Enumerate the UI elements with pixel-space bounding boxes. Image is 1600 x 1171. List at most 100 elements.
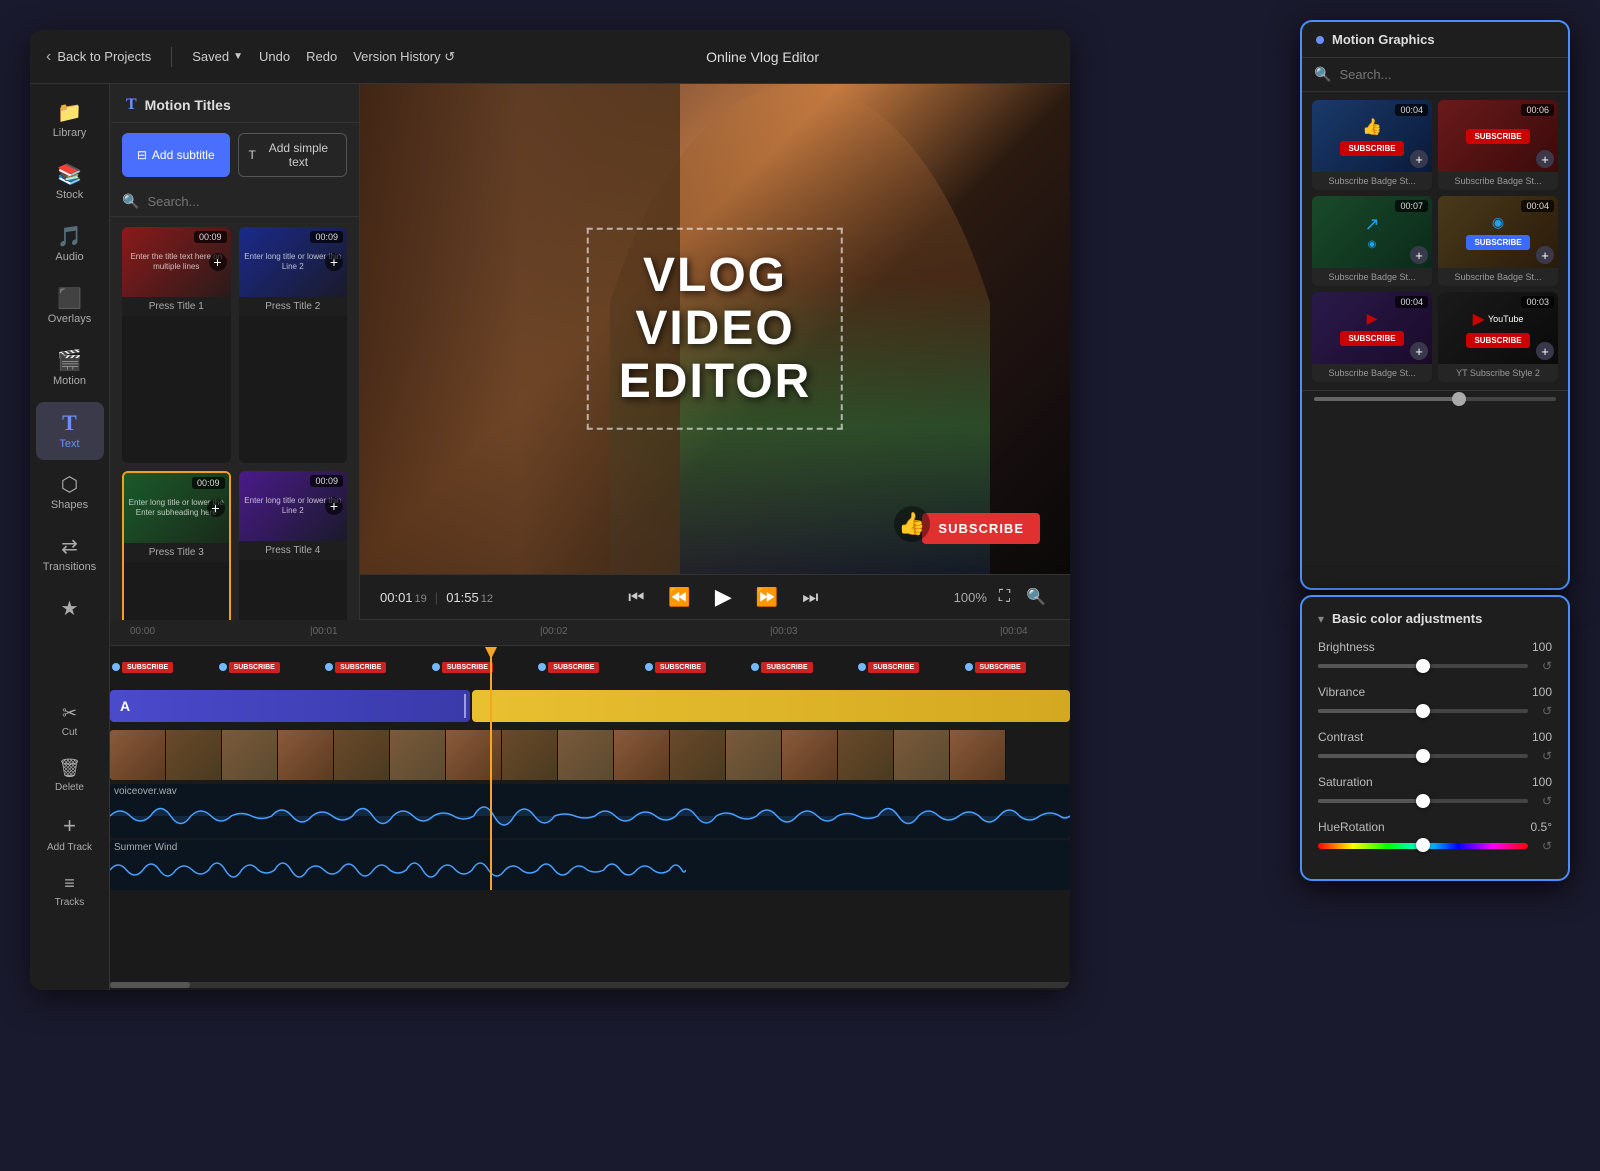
add-btn-press2[interactable]: + (325, 253, 343, 271)
video-strip[interactable] (110, 730, 1070, 780)
sidebar-item-text[interactable]: T Text (36, 402, 104, 460)
mg-card-sub3[interactable]: ↗ ◉ 00:07 + Subscribe Badge St... (1312, 196, 1432, 286)
mg-stamp-9: SUBSCRIBE (975, 662, 1026, 673)
panel-search-input[interactable] (147, 194, 347, 209)
sidebar-item-audio[interactable]: 🎵 Audio (36, 216, 104, 274)
mg-card-sub5[interactable]: ▶ SUBSCRIBE 00:04 + Subscribe Badge St..… (1312, 292, 1432, 382)
delete-tool[interactable]: 🗑 Delete (36, 750, 104, 801)
title-card-press2[interactable]: Enter long title or lower thin Line 2 00… (239, 227, 348, 463)
sub-btn-sub4: SUBSCRIBE (1466, 235, 1529, 250)
vibrance-slider[interactable] (1318, 709, 1528, 713)
fast-forward-button[interactable]: ⏩ (752, 583, 782, 612)
mg-add-btn-sub1[interactable]: + (1410, 150, 1428, 168)
subtitle-clip-1[interactable]: A (110, 690, 470, 722)
brightness-thumb[interactable] (1416, 659, 1430, 673)
hue-rotation-thumb[interactable] (1416, 838, 1430, 852)
voiceover-track: voiceover.wav (110, 784, 1070, 838)
back-to-projects-button[interactable]: ‹ Back to Projects (46, 48, 151, 66)
contrast-reset[interactable]: ↺ (1542, 749, 1552, 763)
vf3 (222, 730, 278, 780)
hue-rotation-row: HueRotation 0.5° ↺ (1318, 820, 1552, 853)
skip-to-end-button[interactable]: ⏭ (798, 583, 822, 612)
title-card-thumb-press4: Enter long title or lower thin Line 2 00… (239, 471, 348, 541)
mg-title: Motion Graphics (1332, 32, 1435, 47)
vibrance-thumb[interactable] (1416, 704, 1430, 718)
undo-button[interactable]: Undo (259, 49, 290, 64)
timeline-scrollbar[interactable] (110, 982, 1070, 988)
mg-stamp-4: SUBSCRIBE (442, 662, 493, 673)
sidebar-item-stock[interactable]: 📚 Stock (36, 154, 104, 212)
version-history-button[interactable]: Version History ↺ (353, 49, 455, 65)
tracks-label: Tracks (55, 897, 85, 908)
mg-add-btn-sub4[interactable]: + (1536, 246, 1554, 264)
current-time: 00:01 (380, 590, 413, 605)
mg-stamp-1: SUBSCRIBE (122, 662, 173, 673)
mg-slider-thumb[interactable] (1452, 392, 1466, 406)
add-track-tool[interactable]: + Add Track (36, 805, 104, 861)
mg-add-btn-yt1[interactable]: + (1536, 342, 1554, 360)
saved-button[interactable]: Saved ▼ (192, 49, 243, 64)
mg-label-yt1: YT Subscribe Style 2 (1438, 364, 1558, 382)
mg-add-btn-sub2[interactable]: + (1536, 150, 1554, 168)
redo-button[interactable]: Redo (306, 49, 337, 64)
cut-tool[interactable]: ✂ Cut (36, 695, 104, 746)
add-subtitle-button[interactable]: ⊟ Add subtitle (122, 133, 230, 177)
hue-rotation-slider[interactable] (1318, 843, 1528, 849)
mg-card-sub4[interactable]: ◉ SUBSCRIBE 00:04 + Subscribe Badge St..… (1438, 196, 1558, 286)
mg-dot-9 (965, 663, 973, 671)
ruler-0004: |00:04 (1000, 626, 1028, 637)
mg-add-btn-sub3[interactable]: + (1410, 246, 1428, 264)
panel-title-icon: T (126, 96, 137, 114)
mg-card-sub2[interactable]: SUBSCRIBE 00:06 + Subscribe Badge St... (1438, 100, 1558, 190)
subtitle-clip-2[interactable] (472, 690, 1070, 722)
brightness-reset[interactable]: ↺ (1542, 659, 1552, 673)
saturation-thumb[interactable] (1416, 794, 1430, 808)
playhead[interactable] (490, 650, 492, 890)
subtitle-clip-handle[interactable] (464, 694, 466, 718)
vibrance-reset[interactable]: ↺ (1542, 704, 1552, 718)
zoom-in-button[interactable]: 🔍 (1022, 583, 1050, 611)
add-btn-press3[interactable]: + (207, 499, 225, 517)
subtitle-icon: ⊟ (137, 148, 147, 162)
saturation-slider[interactable] (1318, 799, 1528, 803)
mg-dot-7 (751, 663, 759, 671)
editor-container: ‹ Back to Projects Saved ▼ Undo Redo Ver… (30, 30, 1070, 990)
add-btn-press1[interactable]: + (209, 253, 227, 271)
card-label-press4: Press Title 4 (239, 541, 348, 560)
saturation-reset[interactable]: ↺ (1542, 794, 1552, 808)
sidebar-item-motion[interactable]: 🎬 Motion (36, 340, 104, 398)
play-pause-button[interactable]: ▶ (711, 580, 736, 614)
skip-to-start-button[interactable]: ⏮ (624, 583, 648, 612)
brightness-slider[interactable] (1318, 664, 1528, 668)
mg-thumb-sub4: ◉ SUBSCRIBE 00:04 + (1438, 196, 1558, 268)
contrast-slider[interactable] (1318, 754, 1528, 758)
sidebar-item-library[interactable]: 📁 Library (36, 92, 104, 150)
delete-icon: 🗑 (58, 758, 81, 779)
mg-slider-track[interactable] (1314, 397, 1556, 401)
vibrance-fill (1318, 709, 1423, 713)
scrollbar-thumb[interactable] (110, 982, 190, 988)
mg-card-yt1[interactable]: ▶ YouTube SUBSCRIBE 00:03 + YT Subscribe… (1438, 292, 1558, 382)
sidebar-item-shapes[interactable]: ⬡ Shapes (36, 464, 104, 522)
zoom-value: 100% (954, 590, 987, 605)
saturation-row: Saturation 100 ↺ (1318, 775, 1552, 808)
sidebar-label-shapes: Shapes (51, 499, 88, 511)
sidebar-label-text: Text (59, 438, 79, 450)
sub-btn-sub2: SUBSCRIBE (1466, 129, 1529, 144)
mg-card-sub1[interactable]: 👍 SUBSCRIBE 00:04 + Subscribe Badge St..… (1312, 100, 1432, 190)
fullscreen-button[interactable]: ⛶ (995, 584, 1014, 610)
add-btn-press4[interactable]: + (325, 497, 343, 515)
motion-icon: 🎬 (57, 351, 82, 371)
add-simple-text-button[interactable]: T Add simple text (238, 133, 348, 177)
collapse-icon[interactable]: ▾ (1318, 612, 1324, 626)
hue-rotation-reset[interactable]: ↺ (1542, 839, 1552, 853)
tracks-tool[interactable]: ≡ Tracks (36, 865, 104, 916)
sidebar-item-overlays[interactable]: ⬛ Overlays (36, 278, 104, 336)
title-card-press1[interactable]: Enter the title text here on multiple li… (122, 227, 231, 463)
mg-add-btn-sub5[interactable]: + (1410, 342, 1428, 360)
rewind-button[interactable]: ⏪ (664, 583, 694, 612)
sidebar-item-transitions[interactable]: ⇄ Transitions (36, 526, 104, 584)
mg-search-input[interactable] (1339, 67, 1556, 82)
contrast-thumb[interactable] (1416, 749, 1430, 763)
timeline-area: 00:00 |00:01 |00:02 |00:03 |00:04 SUBSCR… (110, 620, 1070, 990)
